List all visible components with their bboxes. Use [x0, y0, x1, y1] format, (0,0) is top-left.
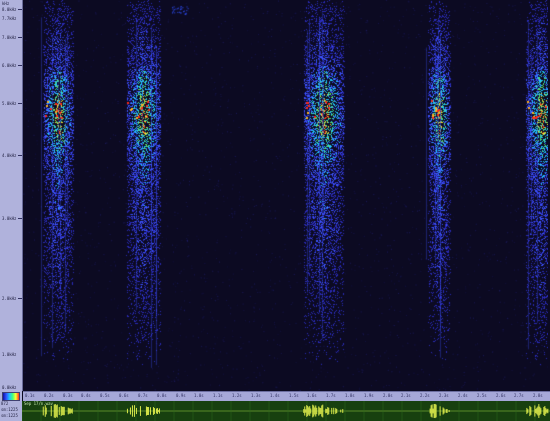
freq-label-8k: 8.0kHz — [2, 7, 17, 12]
time-label: 0.9s — [176, 393, 186, 398]
time-label: 2.7s — [514, 393, 524, 398]
waveform-graph — [22, 401, 550, 421]
freq-label-0k: 0.0kHz — [2, 385, 17, 390]
time-label: 1.3s — [251, 393, 261, 398]
freq-tick — [18, 155, 22, 156]
freq-label-7k: 7.0kHz — [2, 35, 17, 40]
info-line-3: sm:1225 — [1, 413, 18, 418]
spectrogram-view[interactable] — [23, 0, 548, 391]
time-label: 1.7s — [326, 393, 336, 398]
time-label: 1.4s — [270, 393, 280, 398]
freq-tick — [18, 37, 22, 38]
info-line-2: sm:1225 — [1, 407, 18, 412]
colormap-icon[interactable] — [2, 392, 20, 401]
time-label: 1.8s — [345, 393, 355, 398]
freq-unit-label: kHz — [2, 1, 10, 6]
time-label: 0.3s — [63, 393, 73, 398]
time-label: 0.5s — [100, 393, 110, 398]
time-label: 1.2s — [232, 393, 242, 398]
freq-tick — [18, 298, 22, 299]
file-label: Sep 17/n.wav — [24, 401, 53, 406]
time-label: 0.1s — [25, 393, 35, 398]
time-label: 1.9s — [364, 393, 374, 398]
audio-analyzer-window: kHz 8.0kHz 7.7kHz 7.0kHz 6.0kHz 5.0kHz 4… — [0, 0, 550, 421]
time-label: 1.0s — [194, 393, 204, 398]
time-label: 1.1s — [213, 393, 223, 398]
freq-tick — [18, 218, 22, 219]
time-label: 1.6s — [307, 393, 317, 398]
freq-label-2k: 2.0kHz — [2, 296, 17, 301]
time-label: 0.8s — [157, 393, 167, 398]
time-label: 0.2s — [44, 393, 54, 398]
info-panel: 872 sm:1225 sm:1225 — [0, 391, 22, 421]
freq-label-4k: 4.0kHz — [2, 153, 17, 158]
time-label: 1.5s — [289, 393, 299, 398]
frequency-axis: kHz 8.0kHz 7.7kHz 7.0kHz 6.0kHz 5.0kHz 4… — [0, 0, 23, 391]
freq-label-5k: 5.0kHz — [2, 101, 17, 106]
time-label: 2.1s — [401, 393, 411, 398]
time-label: 2.6s — [496, 393, 506, 398]
time-label: 2.8s — [533, 393, 543, 398]
freq-label-3k: 3.0kHz — [2, 216, 17, 221]
time-label: 0.6s — [119, 393, 129, 398]
freq-tick — [18, 65, 22, 66]
freq-label-1k: 1.0kHz — [2, 352, 17, 357]
time-label: 2.2s — [420, 393, 430, 398]
freq-label-6k: 6.0kHz — [2, 63, 17, 68]
waveform-panel[interactable]: Sep 17/n.wav — [22, 401, 550, 421]
time-label: 0.7s — [138, 393, 148, 398]
freq-label-7-7k: 7.7kHz — [2, 16, 17, 21]
time-label: 2.4s — [458, 393, 468, 398]
freq-tick — [18, 103, 22, 104]
time-label: 2.3s — [439, 393, 449, 398]
info-line-1: 872 — [1, 401, 9, 406]
time-label: 0.4s — [81, 393, 91, 398]
time-label: 2.0s — [383, 393, 393, 398]
freq-tick — [18, 9, 22, 10]
time-label: 2.5s — [477, 393, 487, 398]
